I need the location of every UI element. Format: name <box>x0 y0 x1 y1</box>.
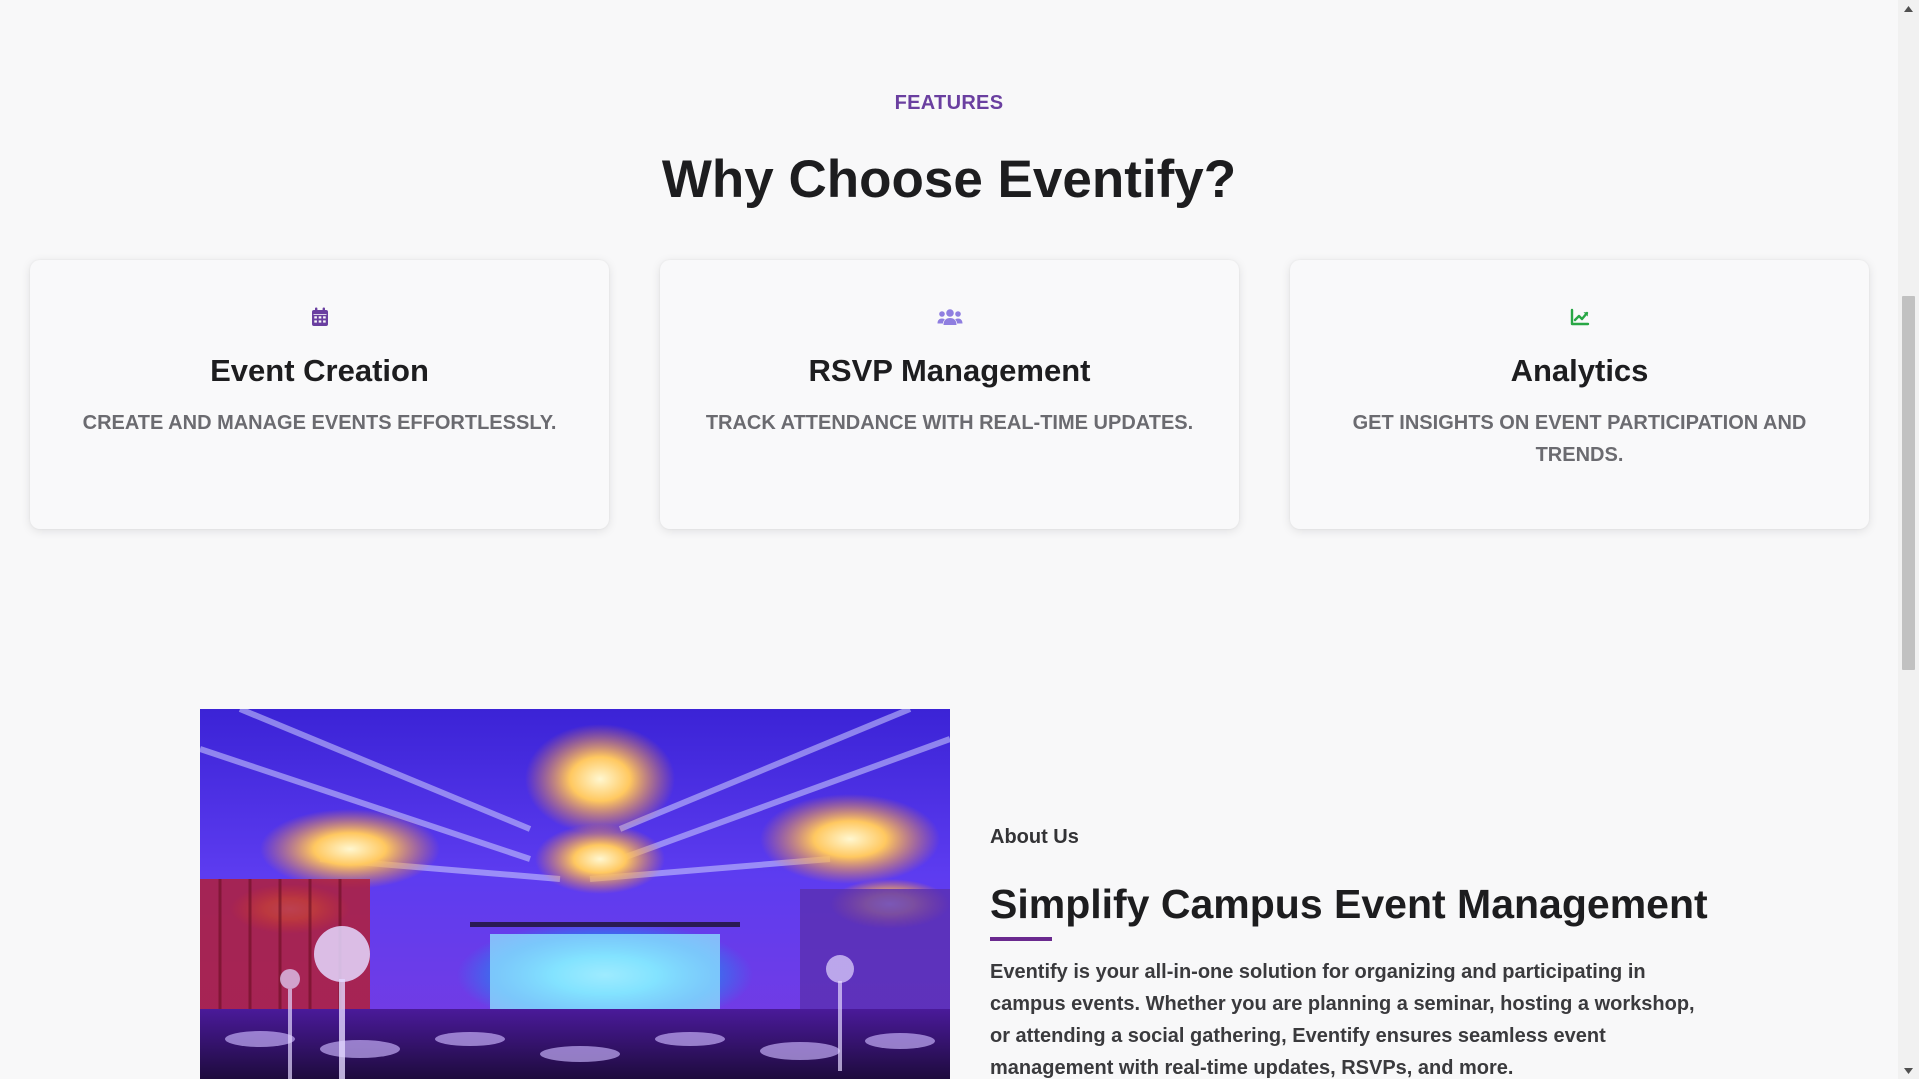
scroll-up-arrow-icon[interactable] <box>1898 0 1919 17</box>
feature-card-rsvp-management: RSVP Management TRACK ATTENDANCE WITH RE… <box>660 260 1239 529</box>
calendar-icon <box>30 305 609 329</box>
vertical-scrollbar[interactable] <box>1898 0 1919 1079</box>
feature-card-title: RSVP Management <box>808 353 1091 388</box>
features-title: Why Choose Eventify? <box>661 150 1237 209</box>
feature-card-title: Event Creation <box>210 353 429 388</box>
scroll-down-arrow-icon[interactable] <box>1898 1062 1919 1079</box>
about-title: Simplify Campus Event Management <box>990 881 1708 927</box>
ballroom-event-photo <box>200 709 950 1079</box>
page-content: FEATURES Why Choose Eventify? Event Crea… <box>0 0 1898 1079</box>
feature-card-description: CREATE AND MANAGE EVENTS EFFORTLESSLY. <box>82 412 557 434</box>
feature-card-title: Analytics <box>1510 353 1649 388</box>
feature-card-description: GET INSIGHTS ON EVENT PARTICIPATION AND … <box>1352 412 1807 466</box>
scrollbar-thumb[interactable] <box>1902 296 1915 670</box>
feature-cards: Event Creation CREATE AND MANAGE EVENTS … <box>30 260 1869 529</box>
chart-line-icon <box>1290 305 1869 329</box>
users-icon <box>660 305 1239 329</box>
page: FEATURES Why Choose Eventify? Event Crea… <box>0 0 1919 1079</box>
feature-card-analytics: Analytics GET INSIGHTS ON EVENT PARTICIP… <box>1290 260 1869 529</box>
about-eyebrow: About Us <box>990 826 1079 848</box>
title-underline-divider <box>990 937 1052 941</box>
feature-card-event-creation: Event Creation CREATE AND MANAGE EVENTS … <box>30 260 609 529</box>
about-description: Eventify is your all-in-one solution for… <box>990 961 1695 1079</box>
features-eyebrow: FEATURES <box>894 92 1004 114</box>
feature-card-description: TRACK ATTENDANCE WITH REAL-TIME UPDATES. <box>705 412 1194 434</box>
